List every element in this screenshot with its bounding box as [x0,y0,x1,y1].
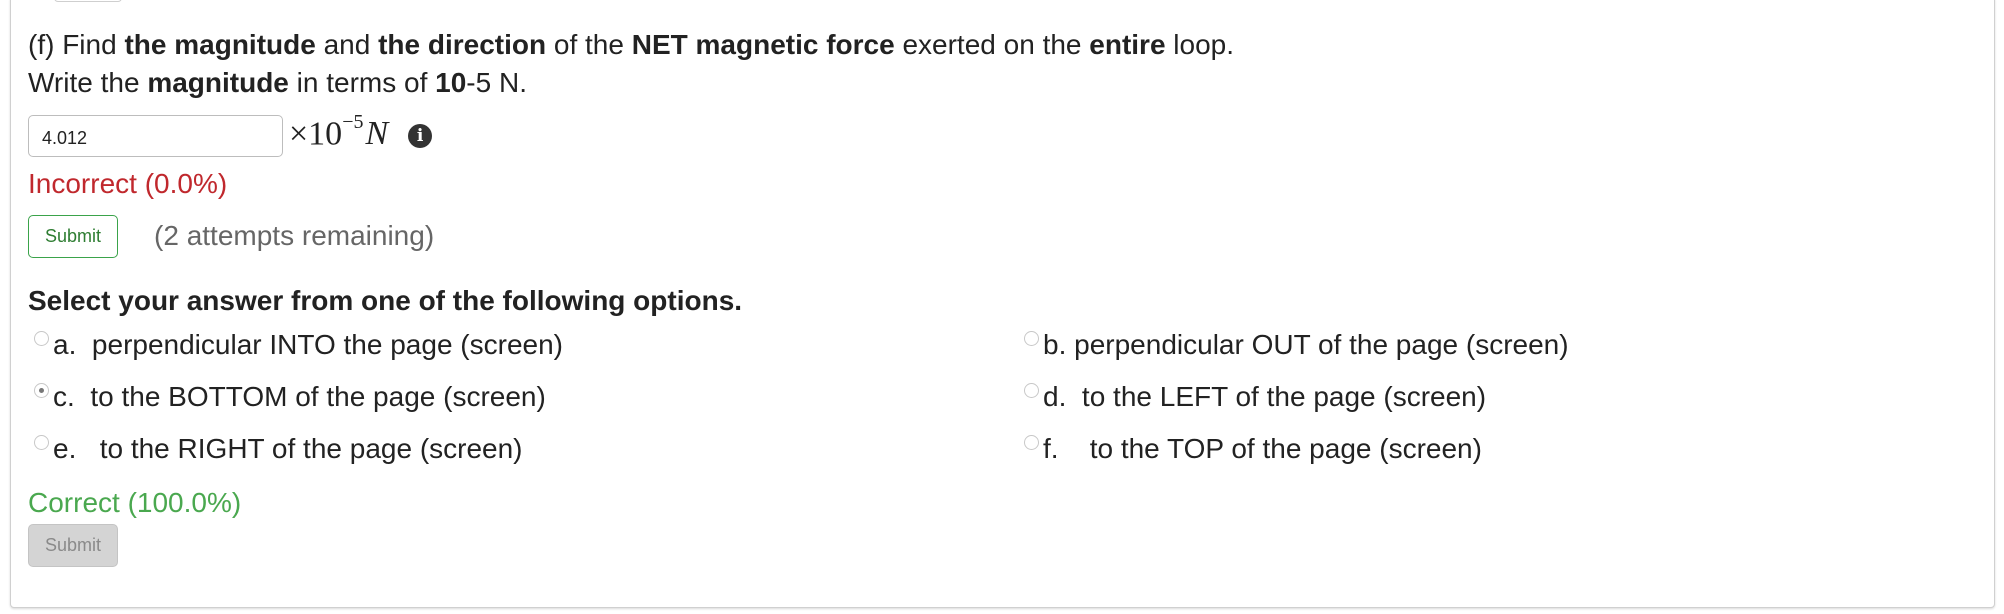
magnitude-submit-row: Submit (2 attempts remaining) [28,214,434,258]
question-text: (f) Find the magnitude and the direction… [28,26,1234,102]
option-b[interactable]: b. perpendicular OUT of the page (screen… [1024,325,1569,365]
radio-option-e[interactable] [34,434,49,450]
direction-feedback: Correct (100.0%) [28,487,242,518]
radio-option-a[interactable] [34,330,49,346]
radio-option-d[interactable] [1024,382,1039,398]
magnitude-answer-row: ×10−5N i [28,110,433,158]
direction-heading: Select your answer from one of the follo… [28,285,743,316]
direction-submit-button[interactable]: Submit [28,524,119,567]
magnitude-submit-button[interactable]: Submit [28,214,119,258]
magnitude-feedback: Incorrect (0.0%) [28,168,228,199]
attempts-remaining: (2 attempts remaining) [154,220,435,251]
option-f[interactable]: f. to the TOP of the page (screen) [1024,429,1482,469]
option-d[interactable]: d. to the LEFT of the page (screen) [1024,377,1486,417]
option-c[interactable]: c. to the BOTTOM of the page (screen) [34,377,546,417]
option-e[interactable]: e. to the RIGHT of the page (screen) [34,429,523,469]
info-icon[interactable]: i [408,124,433,148]
magnitude-input[interactable] [28,115,283,157]
question-line-2: Write the magnitude in terms of 10-5 N. [28,67,527,98]
radio-option-c[interactable] [34,382,49,398]
radio-option-b[interactable] [1024,330,1039,346]
unit-label: ×10−5N [289,110,389,153]
question-line-1: (f) Find the magnitude and the direction… [28,29,1235,60]
option-a[interactable]: a. perpendicular INTO the page (screen) [34,325,563,365]
previous-button-edge [54,0,122,2]
radio-option-f[interactable] [1024,434,1039,450]
